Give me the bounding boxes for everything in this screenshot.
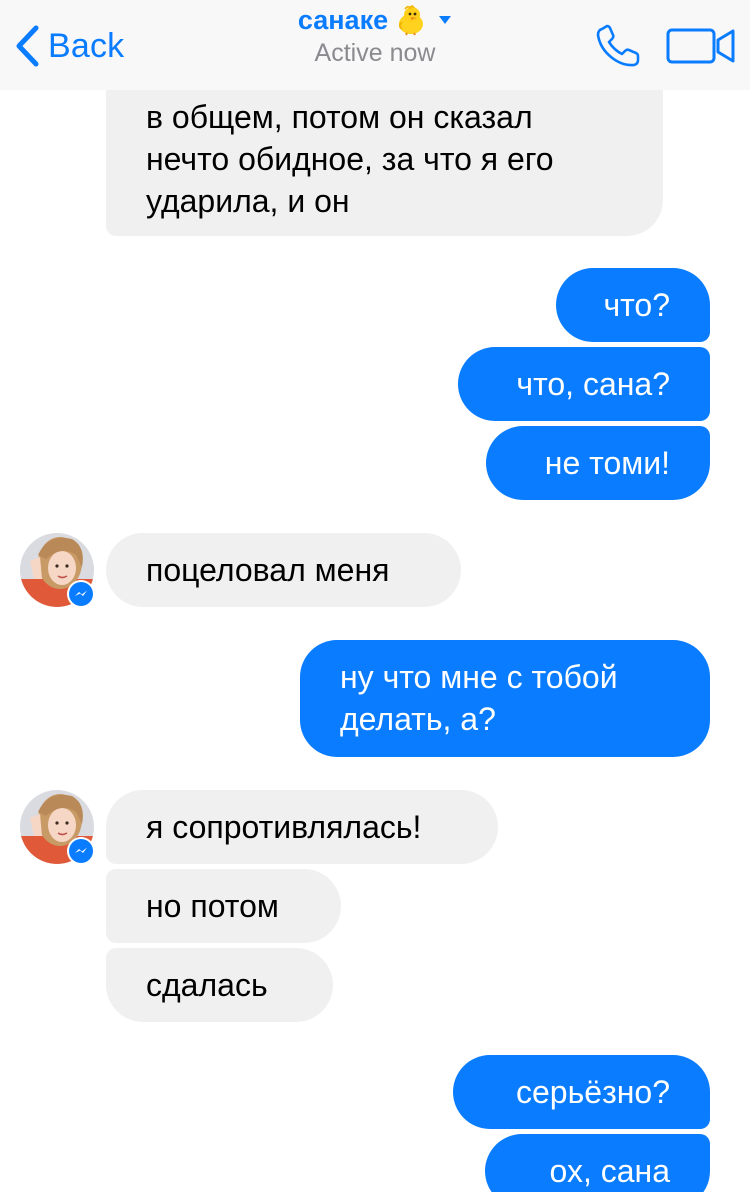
- caret-down-icon: [439, 16, 452, 24]
- message-bubble-incoming[interactable]: я сопротивлялась!: [106, 790, 498, 864]
- message-bubble-incoming[interactable]: но потом: [106, 869, 341, 943]
- contact-name: санаке: [297, 4, 389, 35]
- baby-chick-emoji-icon: [399, 5, 424, 36]
- message-bubble-incoming[interactable]: в общем, потом он сказал нечто обидное, …: [106, 70, 663, 236]
- message-bubble-outgoing[interactable]: что, сана?: [458, 347, 710, 421]
- back-button[interactable]: Back: [14, 22, 124, 70]
- back-label: Back: [48, 26, 125, 65]
- contact-avatar[interactable]: [20, 533, 95, 608]
- contact-avatar[interactable]: [20, 790, 95, 865]
- messenger-badge-icon: [67, 580, 95, 608]
- message-bubble-outgoing[interactable]: не томи!: [486, 426, 710, 500]
- messenger-badge-icon: [67, 837, 95, 865]
- navigation-bar: Back санаке Active now: [0, 0, 750, 90]
- message-bubble-outgoing[interactable]: ох, сана: [485, 1134, 710, 1192]
- voice-call-button[interactable]: [594, 24, 642, 68]
- active-status: Active now: [314, 39, 436, 67]
- phone-icon: [596, 24, 640, 67]
- video-call-button[interactable]: [665, 25, 737, 67]
- message-bubble-incoming[interactable]: сдалась: [106, 948, 333, 1022]
- conversation-title[interactable]: санаке Active now: [200, 2, 550, 68]
- chevron-left-icon: [16, 25, 39, 67]
- title-row[interactable]: санаке: [200, 2, 550, 38]
- message-bubble-outgoing[interactable]: что?: [556, 268, 710, 342]
- video-camera-icon: [666, 28, 735, 64]
- message-bubble-incoming[interactable]: поцеловал меня: [106, 533, 461, 607]
- messenger-chat-screen: в общем, потом он сказал нечто обидное, …: [0, 0, 750, 1192]
- message-bubble-outgoing[interactable]: серьёзно?: [453, 1055, 710, 1129]
- message-bubble-outgoing[interactable]: ну что мне с тобой делать, а?: [300, 640, 710, 757]
